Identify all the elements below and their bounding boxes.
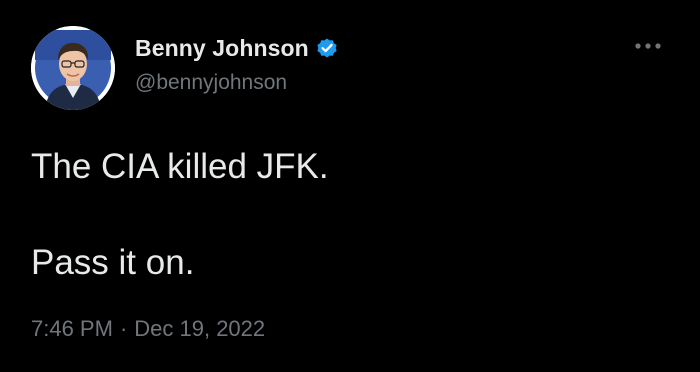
tweet-card: Benny Johnson @bennyjohnson The CIA kill…	[0, 0, 700, 372]
meta-separator: ·	[119, 316, 128, 341]
avatar-photo-icon	[31, 26, 115, 110]
more-horizontal-icon	[635, 43, 661, 49]
tweet-timestamp[interactable]: 7:46 PM · Dec 19, 2022	[31, 316, 265, 342]
author-avatar[interactable]	[31, 26, 115, 110]
tweet-text-line: Pass it on.	[31, 243, 195, 282]
tweet-time: 7:46 PM	[31, 316, 113, 341]
more-options-button[interactable]	[626, 32, 670, 60]
verified-badge-icon	[315, 36, 339, 60]
author-handle[interactable]: @bennyjohnson	[135, 71, 287, 95]
author-display-name[interactable]: Benny Johnson	[135, 35, 309, 62]
tweet-text-line: The CIA killed JFK.	[31, 147, 329, 186]
tweet-text: The CIA killed JFK. Pass it on.	[31, 143, 671, 287]
tweet-date: Dec 19, 2022	[134, 316, 266, 341]
author-name-row: Benny Johnson	[135, 33, 339, 63]
